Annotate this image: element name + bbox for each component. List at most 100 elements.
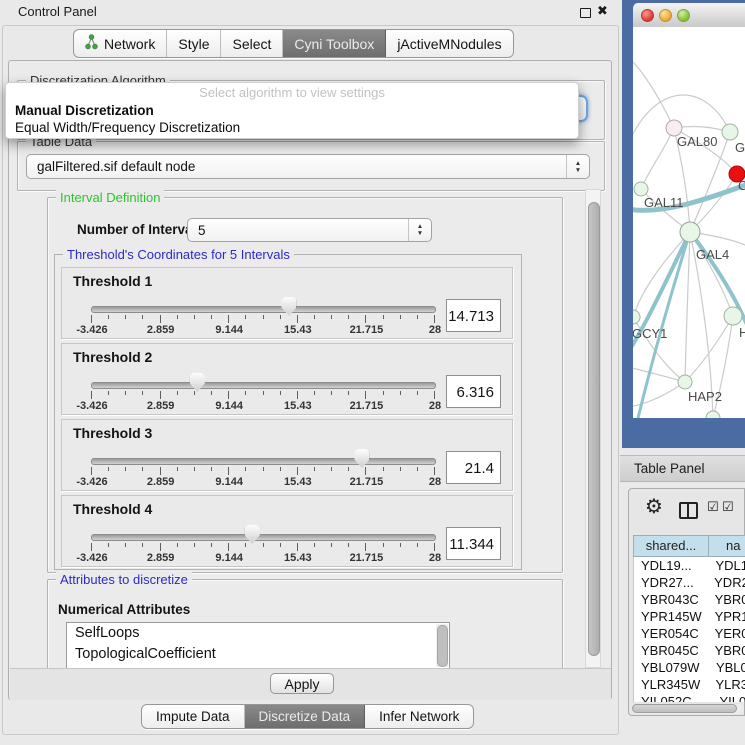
table-header-row: shared... na	[633, 535, 745, 557]
network-node-hap2[interactable]	[678, 375, 692, 389]
scrollbar-thumb[interactable]	[588, 202, 600, 656]
threshold-label: Threshold 2	[73, 349, 152, 365]
table-panel-titlebar: Table Panel	[620, 455, 745, 482]
tick-mark	[263, 391, 264, 395]
threshold-value-field[interactable]: 11.344	[446, 527, 501, 560]
threshold-slider-thumb[interactable]	[354, 449, 369, 468]
tab-infer-network[interactable]: Infer Network	[365, 705, 473, 728]
tab-label: Discretize Data	[259, 709, 351, 724]
threshold-slider-thumb[interactable]	[190, 373, 205, 392]
scrollbar-thumb[interactable]	[632, 704, 737, 713]
network-node-gal4[interactable]	[680, 222, 700, 242]
tab-impute-data[interactable]: Impute Data	[142, 705, 245, 728]
algorithm-option-equal-width-frequency-discretization[interactable]: Equal Width/Frequency Discretization	[6, 119, 578, 136]
threshold-slider-thumb[interactable]	[245, 525, 260, 544]
tab-jactivemnodules[interactable]: jActiveMNodules	[386, 30, 512, 57]
tick-mark	[297, 391, 298, 399]
number-of-intervals-combobox[interactable]: 5 ▲▼	[187, 218, 432, 242]
network-graph: GAL80GACGAL11GAL4GCY1HHAP2	[633, 27, 745, 418]
algorithm-placeholder-option[interactable]: Select algorithm to view settings	[6, 83, 578, 102]
tick-label: 28	[429, 400, 441, 412]
table-row[interactable]: YIL052CYIL0	[634, 693, 745, 702]
tick-mark	[365, 315, 366, 323]
threshold-slider-track[interactable]	[91, 306, 436, 313]
attribute-item-selfloops[interactable]: SelfLoops	[67, 623, 449, 644]
tab-select[interactable]: Select	[221, 30, 283, 57]
checkbox-icon[interactable]: ☑	[722, 500, 734, 514]
network-node-gcy1[interactable]	[633, 310, 640, 324]
table-row[interactable]: YBR043CYBR0	[634, 591, 745, 608]
numerical-attributes-list[interactable]: SelfLoopsTopologicalCoefficientBetweenne…	[66, 622, 450, 668]
stepper-arrows-icon[interactable]: ▲▼	[408, 219, 431, 241]
tick-mark	[383, 543, 384, 547]
network-canvas[interactable]: GAL80GACGAL11GAL4GCY1HHAP2	[633, 27, 745, 418]
node-label: GAL80	[677, 134, 717, 149]
checkbox-icon[interactable]: ☑	[707, 500, 719, 514]
network-node[interactable]	[706, 411, 720, 418]
tick-mark	[314, 391, 315, 395]
tick-mark	[211, 543, 212, 547]
float-panel-icon[interactable]	[580, 8, 591, 18]
slider-ticks	[91, 467, 435, 476]
tick-mark	[417, 315, 418, 319]
table-row[interactable]: YDL19...YDL1	[634, 557, 745, 574]
threshold-slider-track[interactable]	[91, 382, 436, 389]
threshold-slider-track[interactable]	[91, 534, 436, 541]
tab-discretize-data[interactable]: Discretize Data	[245, 705, 366, 728]
network-node-h[interactable]	[724, 307, 742, 325]
network-view-window[interactable]: GAL80GACGAL11GAL4GCY1HHAP2	[622, 0, 745, 448]
cyni-bottom-tabs: Impute Data Discretize Data Infer Network	[141, 704, 474, 729]
tick-mark	[108, 467, 109, 471]
table-row[interactable]: YDR27...YDR2	[634, 574, 745, 591]
list-scrollbar[interactable]	[436, 624, 448, 667]
network-node-ga[interactable]	[722, 124, 738, 140]
column-header-shared-name[interactable]: shared...	[633, 535, 708, 557]
column-header-name[interactable]: na	[708, 535, 745, 557]
table-row[interactable]: YPR145WYPR1	[634, 608, 745, 625]
threshold-slider-thumb[interactable]	[281, 297, 296, 316]
threshold-value-field[interactable]: 14.713	[446, 299, 501, 332]
tick-mark	[417, 391, 418, 395]
table-row[interactable]: YER054CYER0	[634, 625, 745, 642]
columns-icon[interactable]	[679, 502, 698, 519]
close-icon[interactable]: ✖	[597, 3, 608, 19]
panel-title: Control Panel	[18, 4, 97, 19]
tab-cyni-toolbox[interactable]: Cyni Toolbox	[283, 30, 386, 57]
table-row[interactable]: YLR345WYLR3	[634, 676, 745, 693]
node-label: HAP2	[688, 389, 722, 404]
tick-label: 15.43	[284, 400, 312, 412]
minimize-window-button[interactable]	[659, 9, 672, 22]
apply-button[interactable]: Apply	[270, 673, 334, 694]
tick-mark	[228, 391, 229, 399]
tab-label: jActiveMNodules	[397, 36, 501, 52]
network-node-gal11[interactable]	[634, 182, 648, 196]
cell-name: YPR1	[708, 608, 745, 625]
tab-style[interactable]: Style	[167, 30, 221, 57]
threshold-slider-track[interactable]	[91, 458, 436, 465]
control-panel-tabs: NetworkStyleSelectCyni Toolbox jActiveMNo…	[73, 29, 514, 58]
close-window-button[interactable]	[641, 9, 654, 22]
cell-shared-name: YBR043C	[634, 591, 708, 608]
algorithm-option-manual-discretization[interactable]: Manual Discretization	[6, 102, 578, 119]
slider-tick-labels: -3.4262.8599.14415.4321.71528	[91, 324, 435, 337]
tick-label: 21.715	[350, 476, 384, 488]
threshold-value-field[interactable]: 21.4	[446, 451, 501, 484]
tick-mark	[194, 467, 195, 471]
tick-mark	[400, 543, 401, 547]
cell-name: YIL0	[712, 693, 745, 702]
attribute-item-topologicalcoefficient[interactable]: TopologicalCoefficient	[67, 644, 449, 665]
table-hscrollbar[interactable]	[631, 704, 744, 714]
tick-label: 9.144	[215, 400, 243, 412]
tick-mark	[434, 315, 435, 323]
table-row[interactable]: YBR045CYBR0	[634, 642, 745, 659]
table-row[interactable]: YBL079WYBL0	[634, 659, 745, 676]
table-data-combobox[interactable]: galFiltered.sif default node ▲▼	[26, 154, 590, 179]
threshold-value-field[interactable]: 6.316	[446, 375, 501, 408]
settings-scrollbar[interactable]	[585, 189, 601, 668]
gear-icon[interactable]: ⚙	[645, 497, 663, 517]
zoom-window-button[interactable]	[677, 9, 690, 22]
tab-network[interactable]: Network	[74, 30, 167, 57]
cell-name: YBR0	[708, 591, 745, 608]
interval-definition-group: Interval Definition Number of Intervals …	[47, 197, 563, 573]
stepper-arrows-icon[interactable]: ▲▼	[566, 155, 589, 178]
